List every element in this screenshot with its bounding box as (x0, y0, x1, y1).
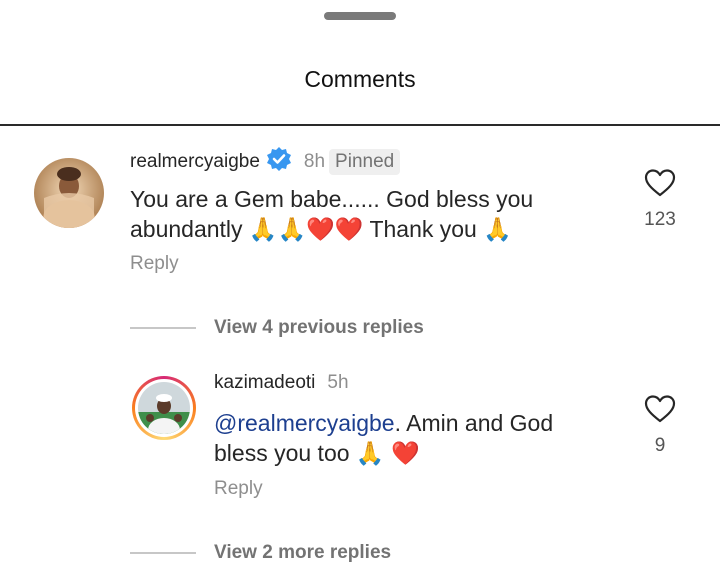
replies-divider-line (130, 552, 196, 554)
reply-button[interactable]: Reply (214, 478, 263, 500)
comment-text-line: bless you too 🙏 ❤️ (214, 440, 420, 466)
comment-text-line: You are a Gem babe...... God bless you (130, 186, 534, 212)
reply-button[interactable]: Reply (130, 253, 179, 275)
pinned-badge: Pinned (329, 149, 401, 175)
heart-icon (644, 169, 676, 202)
sheet-drag-handle[interactable] (324, 12, 396, 20)
view-replies-button[interactable]: View 2 more replies (130, 542, 391, 564)
comment-text-line: abundantly 🙏🙏❤️❤️ Thank you 🙏 (130, 216, 512, 242)
comment-time: 5h (327, 372, 349, 393)
comment-text-line: @realmercyaigbe. Amin and God (214, 408, 553, 438)
avatar (138, 382, 190, 434)
replies-divider-line (130, 327, 196, 329)
avatar-story-ring[interactable] (132, 376, 196, 440)
like-button[interactable]: 123 (630, 168, 690, 231)
comment-username[interactable]: realmercyaigbe (130, 151, 260, 173)
verified-badge-icon (266, 146, 292, 178)
comment-text: @realmercyaigbe. Amin and God bless you … (214, 408, 553, 468)
like-button[interactable]: 9 (630, 394, 690, 457)
view-replies-label: View 4 previous replies (214, 317, 424, 338)
comment-username[interactable]: kazimadeoti (214, 372, 315, 394)
comment-text: You are a Gem babe...... God bless you a… (130, 184, 533, 244)
like-count: 9 (654, 435, 666, 456)
comment-time: 8h (303, 151, 326, 172)
view-replies-label: View 2 more replies (214, 542, 392, 563)
heart-icon (644, 395, 676, 428)
like-count: 123 (644, 209, 676, 230)
avatar[interactable] (34, 158, 104, 228)
header-divider (0, 124, 720, 126)
mention-link[interactable]: @realmercyaigbe (214, 410, 395, 436)
page-title: Comments (304, 66, 416, 92)
view-replies-button[interactable]: View 4 previous replies (130, 317, 424, 339)
comment-text-fragment: . Amin and God (394, 410, 554, 436)
